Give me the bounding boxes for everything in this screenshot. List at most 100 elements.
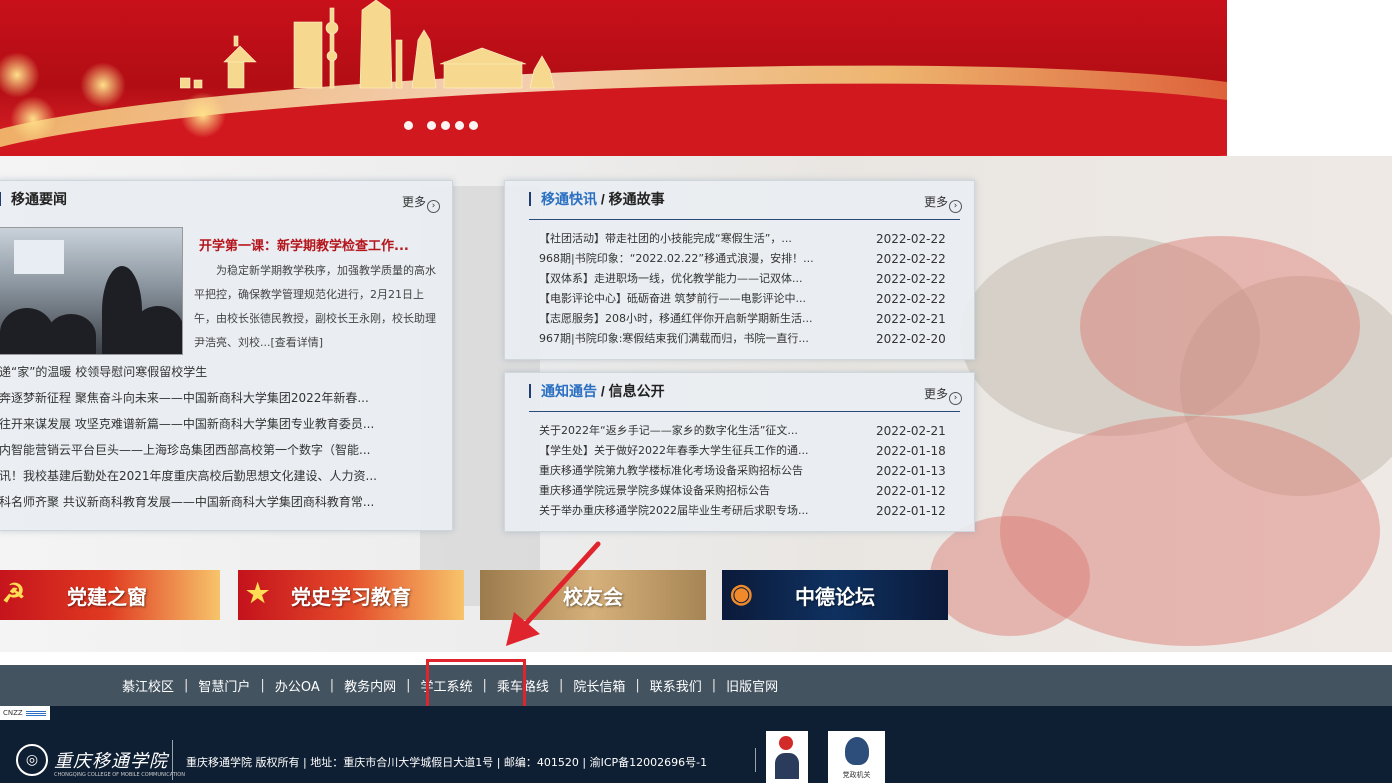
list-item[interactable]: 967期|书院印象:寒假结束我们满载而归，书院一直行... 2022-02-20 [539,329,949,349]
school-name-en: CHONGQING COLLEGE OF MOBILE COMMUNICATIO… [54,772,185,778]
government-badge-icon[interactable]: 党政机关 [828,731,885,783]
flash-panel-title: 移通快讯 / 移通故事 [529,189,665,209]
item-title: 【志愿服务】208小时，移通红伴你开启新学期新生活... [539,312,813,325]
nav-link-contact-us[interactable]: 联系我们 [650,676,702,695]
site-footer: ◎ 重庆移通学院 CHONGQING COLLEGE OF MOBILE COM… [0,706,1392,783]
banner-light [0,52,40,98]
party-history-banner[interactable]: ★ 党史学习教育 [238,570,464,620]
photo-person [46,314,96,354]
item-date: 2022-02-21 [876,312,946,326]
list-item[interactable]: 重庆移通学院远景学院多媒体设备采购招标公告 2022-01-12 [539,481,949,501]
hero-banner[interactable] [0,0,1227,156]
chevron-right-icon: › [427,200,440,213]
list-item[interactable]: 【双体系】走进职场一线，优化教学能力——记双体... 2022-02-22 [539,269,949,289]
nav-link-old-site[interactable]: 旧版官网 [726,676,778,695]
school-name: 重庆移通学院 [54,751,168,772]
list-item[interactable]: 【电影评论中心】砥砺奋进 筑梦前行——电影评论中... 2022-02-22 [539,289,949,309]
tab-notices[interactable]: 通知通告 [541,383,597,399]
list-item[interactable]: 【社团活动】带走社团的小技能完成“寒假生活”，... 2022-02-22 [539,229,949,249]
news-title-text[interactable]: 移通要闻 [11,191,67,207]
item-title: 关于2022年“返乡手记——家乡的数字化生活”征文... [539,424,798,437]
list-item[interactable]: 【学生处】关于做好2022年春季大学生征兵工作的通... 2022-01-18 [539,441,949,461]
banner-label: 党史学习教育 [291,586,411,609]
flash-more-link[interactable]: 更多 › [924,193,962,213]
item-title: 【电影评论中心】砥砺奋进 筑梦前行——电影评论中... [539,292,806,305]
carousel-dot[interactable] [441,121,450,130]
item-date: 2022-02-22 [876,252,946,266]
flame-logo-icon: ◉ [730,578,753,608]
carousel-dot[interactable] [427,121,436,130]
panel-divider [529,411,960,412]
nav-separator: | [558,678,564,693]
banner-skyline-icon [180,0,555,89]
nav-link-president-mailbox[interactable]: 院长信箱 [573,676,625,695]
cnzz-stats-badge[interactable]: CNZZ [0,706,50,720]
item-date: 2022-01-18 [876,444,946,458]
nav-separator: | [260,678,265,693]
copyright-text: 重庆移通学院 版权所有 | 地址：重庆市合川大学城假日大道1号 | 邮编：401… [186,756,708,769]
news-more-link[interactable]: 更多 › [402,193,440,213]
item-title: 【双体系】走进职场一线，优化教学能力——记双体... [539,272,803,285]
background-red-maple [930,516,1090,636]
news-featured-photo[interactable] [0,227,183,355]
star-icon: ★ [246,578,270,608]
school-logo[interactable]: ◎ 重庆移通学院 CHONGQING COLLEGE OF MOBILE COM… [16,744,185,778]
badge-figure [775,753,799,779]
sino-german-forum-banner[interactable]: ◉ 中德论坛 [722,570,948,620]
item-date: 2022-02-22 [876,292,946,306]
party-building-banner[interactable]: ☭ 党建之窗 [0,570,220,620]
nav-link-academic-intranet[interactable]: 教务内网 [344,676,396,695]
list-item[interactable]: 重庆移通学院第九教学楼标准化考场设备采购招标公告 2022-01-13 [539,461,949,481]
tab-flash-news[interactable]: 移通快讯 [541,191,597,207]
hammer-sickle-icon: ☭ [2,578,26,608]
news-featured-title[interactable]: 开学第一课：新学期教学检查工作... [199,235,409,254]
news-item[interactable]: 往开来谋发展 攻坚克难谱新篇——中国新商科大学集团专业教育委员... [0,411,439,437]
news-item[interactable]: 递“家”的温暖 校领导慰问寒假留校学生 [0,359,439,385]
badge-caption: 党政机关 [842,771,871,779]
title-separator: / [597,191,609,207]
banner-label: 党建之窗 [67,586,147,609]
nav-link-smart-portal[interactable]: 智慧门户 [198,676,250,695]
list-item[interactable]: 968期|书院印象：“2022.02.22”移通式浪漫，安排！... 2022-0… [539,249,949,269]
badge-emblem [779,736,793,750]
police-badge-icon[interactable] [766,731,808,783]
nav-link-student-affairs[interactable]: 学工系统 [421,676,473,695]
item-title: 967期|书院印象:寒假结束我们满载而归，书院一直行... [539,332,809,345]
news-item[interactable]: 内智能营销云平台巨头——上海珍岛集团西部高校第一个数字（智能... [0,437,439,463]
banner-label: 中德论坛 [795,586,875,609]
alumni-banner[interactable]: 校友会 [480,570,706,620]
nav-link-bus-routes[interactable]: 乘车路线 [497,676,549,695]
notice-more-link[interactable]: 更多 › [924,385,962,405]
item-date: 2022-01-12 [876,504,946,518]
item-date: 2022-02-20 [876,332,946,346]
photo-screen [14,240,64,274]
list-item[interactable]: 关于2022年“返乡手记——家乡的数字化生活”征文... 2022-02-21 [539,421,949,441]
carousel-dot[interactable] [469,121,478,130]
chevron-right-icon: › [949,200,962,213]
item-title: 重庆移通学院第九教学楼标准化考场设备采购招标公告 [539,464,803,477]
footer-nav-list: 綦江校区 | 智慧门户 | 办公OA | 教务内网 | 学工系统 | 乘车路线 | 院长信箱… [122,665,778,706]
nav-link-qijiang-campus[interactable]: 綦江校区 [122,676,174,695]
item-date: 2022-02-21 [876,424,946,438]
more-label: 更多 [401,195,426,209]
carousel-dot-active[interactable] [404,121,413,130]
item-date: 2022-02-22 [876,272,946,286]
news-panel: 移通要闻 更多 › 开学第一课：新学期教学检查工作... 为稳定新学期教学秩序，加… [0,180,453,531]
list-item[interactable]: 关于举办重庆移通学院2022届毕业生考研后求职专场... 2022-01-12 [539,501,949,521]
news-item[interactable]: 科名师齐聚 共议新商科教育发展——中国新商科大学集团商科教育常... [0,489,439,515]
nav-link-office-oa[interactable]: 办公OA [275,676,320,695]
tab-stories[interactable]: 移通故事 [609,191,665,207]
footer-nav-bar: 綦江校区 | 智慧门户 | 办公OA | 教务内网 | 学工系统 | 乘车路线 | 院长信箱… [0,665,1392,706]
title-bar [0,192,1,206]
panel-divider [529,219,960,220]
item-title: 【社团活动】带走社团的小技能完成“寒假生活”，... [539,232,792,245]
list-item[interactable]: 【志愿服务】208小时，移通红伴你开启新学期新生活... 2022-02-21 [539,309,949,329]
item-title: 968期|书院印象：“2022.02.22”移通式浪漫，安排！... [539,252,814,265]
tab-info-disclosure[interactable]: 信息公开 [609,383,665,399]
news-item[interactable]: 奔逐梦新征程 聚焦奋斗向未来——中国新商科大学集团2022年新春... [0,385,439,411]
carousel-dot[interactable] [455,121,464,130]
news-item[interactable]: 讯！我校基建后勤处在2021年度重庆高校后勤思想文化建设、人力资... [0,463,439,489]
item-date: 2022-01-12 [876,484,946,498]
nav-separator: | [711,678,717,693]
nav-separator: | [482,678,487,693]
